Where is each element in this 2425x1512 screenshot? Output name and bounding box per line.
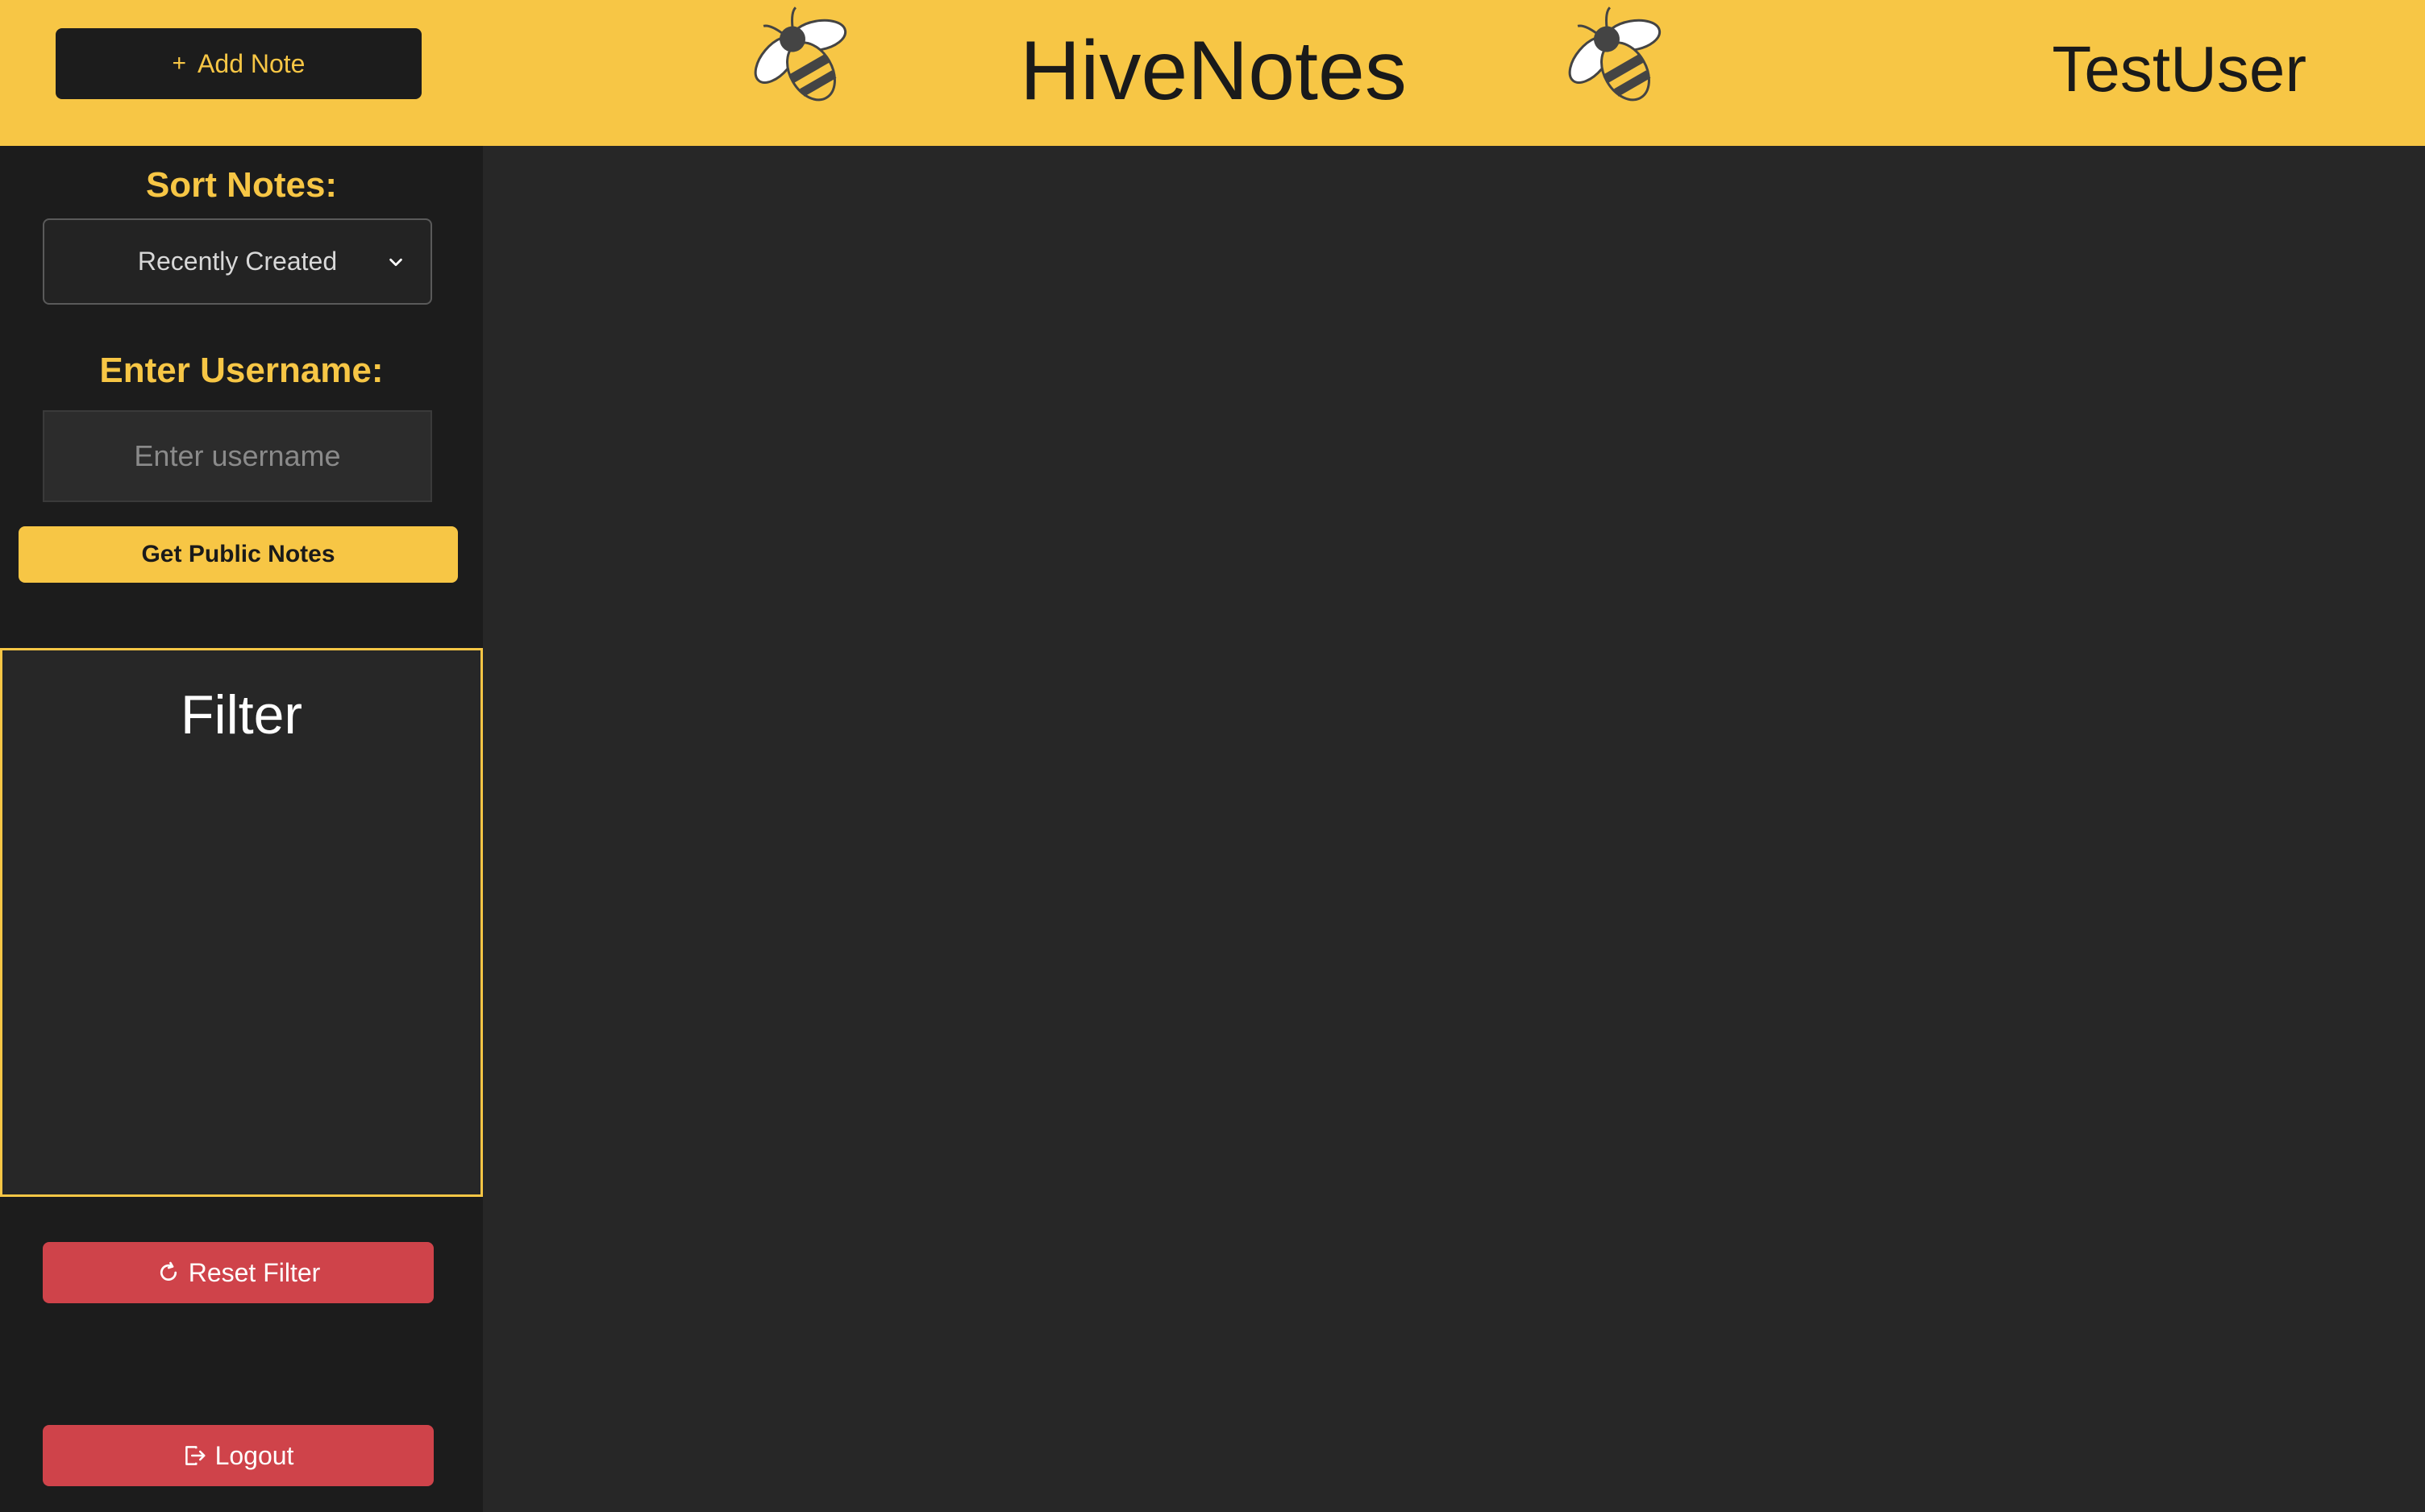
- get-public-notes-button[interactable]: Get Public Notes: [19, 526, 458, 583]
- username-input[interactable]: [43, 410, 432, 502]
- logout-label: Logout: [214, 1440, 294, 1470]
- logout-icon: [185, 1446, 206, 1465]
- enter-username-label: Enter Username:: [99, 351, 384, 390]
- current-username: TestUser: [2052, 33, 2306, 105]
- reset-filter-label: Reset Filter: [188, 1257, 321, 1287]
- add-note-label: Add Note: [198, 48, 306, 78]
- filter-panel: Filter: [0, 648, 483, 1197]
- reset-filter-button[interactable]: Reset Filter: [43, 1242, 434, 1303]
- sort-selected-value: Recently Created: [137, 247, 338, 276]
- bee-icon: [1568, 6, 1662, 102]
- notes-area: [483, 146, 2425, 1512]
- logout-button[interactable]: Logout: [43, 1425, 434, 1486]
- app-header: + Add Note HiveNotes TestUser: [0, 0, 2425, 146]
- bee-icon: [754, 6, 847, 102]
- app-title: HiveNotes: [1020, 24, 1407, 118]
- add-note-button[interactable]: + Add Note: [56, 28, 422, 99]
- plus-icon: +: [172, 50, 187, 77]
- refresh-icon: [160, 1261, 177, 1281]
- filter-title: Filter: [180, 684, 303, 746]
- chevron-down-icon: [389, 258, 402, 266]
- sidebar: Sort Notes: Recently Created Enter Usern…: [0, 146, 483, 1512]
- sort-notes-label: Sort Notes:: [145, 165, 338, 205]
- sort-notes-select[interactable]: Recently Created: [43, 218, 432, 305]
